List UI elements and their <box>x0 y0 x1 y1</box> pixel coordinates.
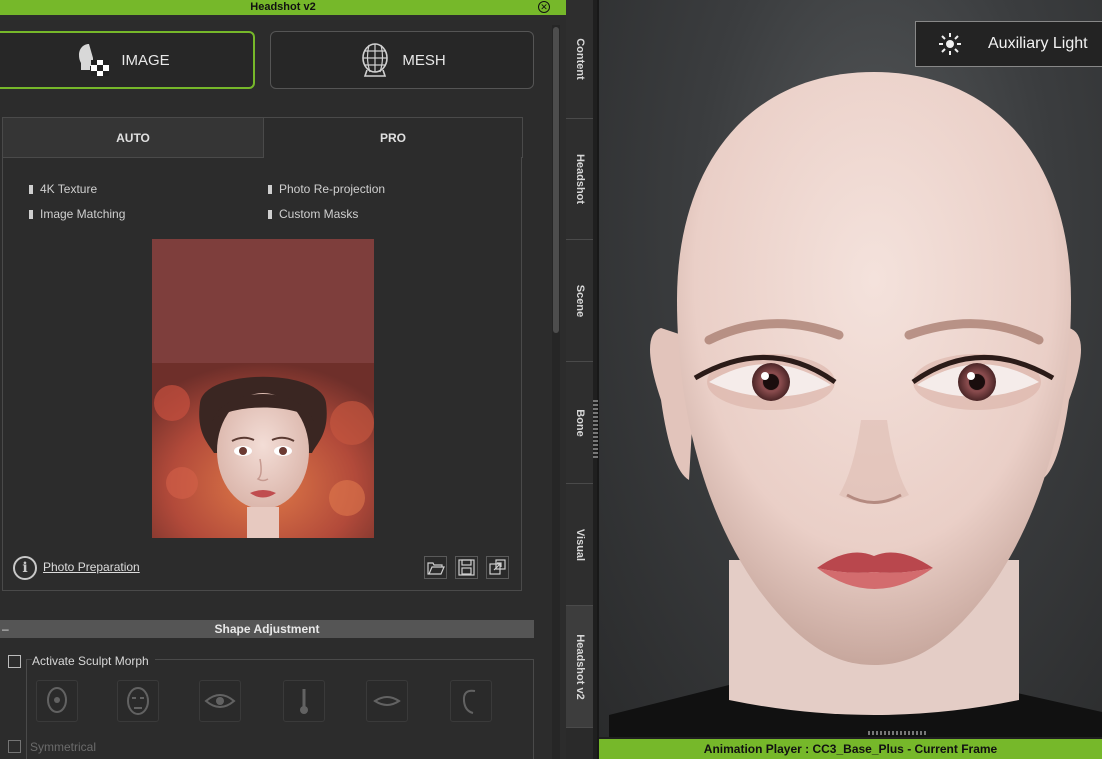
ear-morph-icon <box>462 689 476 714</box>
tab-auto[interactable]: AUTO <box>2 117 264 158</box>
auxiliary-light-label: Auxiliary Light <box>988 35 1088 52</box>
eye-morph-icon <box>204 694 236 708</box>
mouth-morph-button[interactable] <box>366 680 408 722</box>
feature-label: Custom Masks <box>279 207 359 221</box>
tab-bone-label: Bone <box>573 408 586 437</box>
feature-label: Photo Re-projection <box>279 182 386 196</box>
info-icon[interactable]: i <box>13 556 37 580</box>
source-photo-preview[interactable] <box>152 239 374 538</box>
face-morph-button[interactable] <box>117 680 159 722</box>
tab-scene[interactable]: Scene <box>566 240 593 362</box>
open-file-button[interactable] <box>424 556 447 579</box>
symmetrical-label: Symmetrical <box>30 740 97 754</box>
symmetrical-checkbox[interactable] <box>8 740 21 753</box>
headshot-panel: Headshot v2 ✕ IMAGE MESH AUTO PRO 4K Tex… <box>0 0 566 759</box>
mesh-mode-label: MESH <box>402 51 446 69</box>
feature-label: Image Matching <box>40 207 126 221</box>
image-head-icon <box>79 44 110 76</box>
bullet-icon <box>29 209 33 219</box>
nose-morph-icon <box>300 689 308 714</box>
collapse-icon[interactable]: – <box>2 620 9 638</box>
ear-morph-button[interactable] <box>450 680 492 722</box>
tab-scene-label: Scene <box>573 284 586 317</box>
feature-item: 4K Texture <box>29 182 97 196</box>
tab-headshot-v2-label: Headshot v2 <box>573 633 586 700</box>
bullet-icon <box>29 184 33 194</box>
image-mode-button[interactable]: IMAGE <box>0 31 255 89</box>
save-icon <box>458 559 475 576</box>
scrollbar-thumb[interactable] <box>553 27 559 333</box>
shape-adjustment-header[interactable]: Shape Adjustment <box>0 620 534 638</box>
portrait-image <box>152 363 374 538</box>
tab-content-label: Content <box>573 38 586 80</box>
auxiliary-light-button[interactable]: Auxiliary Light <box>915 21 1102 67</box>
viewport-resize-grip[interactable] <box>868 731 926 735</box>
tab-visual[interactable]: Visual <box>566 484 593 606</box>
sun-icon <box>939 33 961 55</box>
tab-bone[interactable]: Bone <box>566 362 593 484</box>
resize-grip[interactable] <box>593 400 598 460</box>
head-morph-button[interactable] <box>36 680 78 722</box>
feature-item: Custom Masks <box>268 207 358 221</box>
tab-headshot[interactable]: Headshot <box>566 119 593 240</box>
activate-sculpt-label: Activate Sculpt Morph <box>32 654 155 668</box>
panel-title: Headshot v2 <box>0 0 566 15</box>
eye-morph-button[interactable] <box>199 680 241 722</box>
3d-viewport[interactable] <box>599 0 1102 737</box>
feature-item: Photo Re-projection <box>268 182 385 196</box>
tab-headshot-v2[interactable]: Headshot v2 <box>566 606 593 728</box>
image-mode-label: IMAGE <box>121 51 170 69</box>
bullet-icon <box>268 209 272 219</box>
folder-open-icon <box>427 562 445 575</box>
photo-preparation-link[interactable]: Photo Preparation <box>43 560 140 574</box>
close-icon[interactable]: ✕ <box>538 1 550 13</box>
mouth-morph-icon <box>373 696 401 706</box>
head-model <box>609 72 1102 737</box>
feature-label: 4K Texture <box>40 182 98 196</box>
animation-player-bar[interactable]: Animation Player : CC3_Base_Plus - Curre… <box>599 737 1102 759</box>
save-button[interactable] <box>455 556 478 579</box>
mesh-head-icon <box>362 43 389 77</box>
face-morph-icon <box>127 687 149 715</box>
bullet-icon <box>268 184 272 194</box>
tab-content[interactable]: Content <box>566 0 593 119</box>
export-button[interactable] <box>486 556 509 579</box>
mesh-mode-button[interactable]: MESH <box>270 31 534 89</box>
head-morph-icon <box>47 687 67 713</box>
nose-morph-button[interactable] <box>283 680 325 722</box>
tab-pro[interactable]: PRO <box>263 117 523 158</box>
export-icon <box>489 559 506 575</box>
feature-item: Image Matching <box>29 207 125 221</box>
tab-headshot-label: Headshot <box>573 153 586 205</box>
tab-visual-label: Visual <box>573 528 586 561</box>
activate-sculpt-checkbox[interactable] <box>8 655 21 668</box>
